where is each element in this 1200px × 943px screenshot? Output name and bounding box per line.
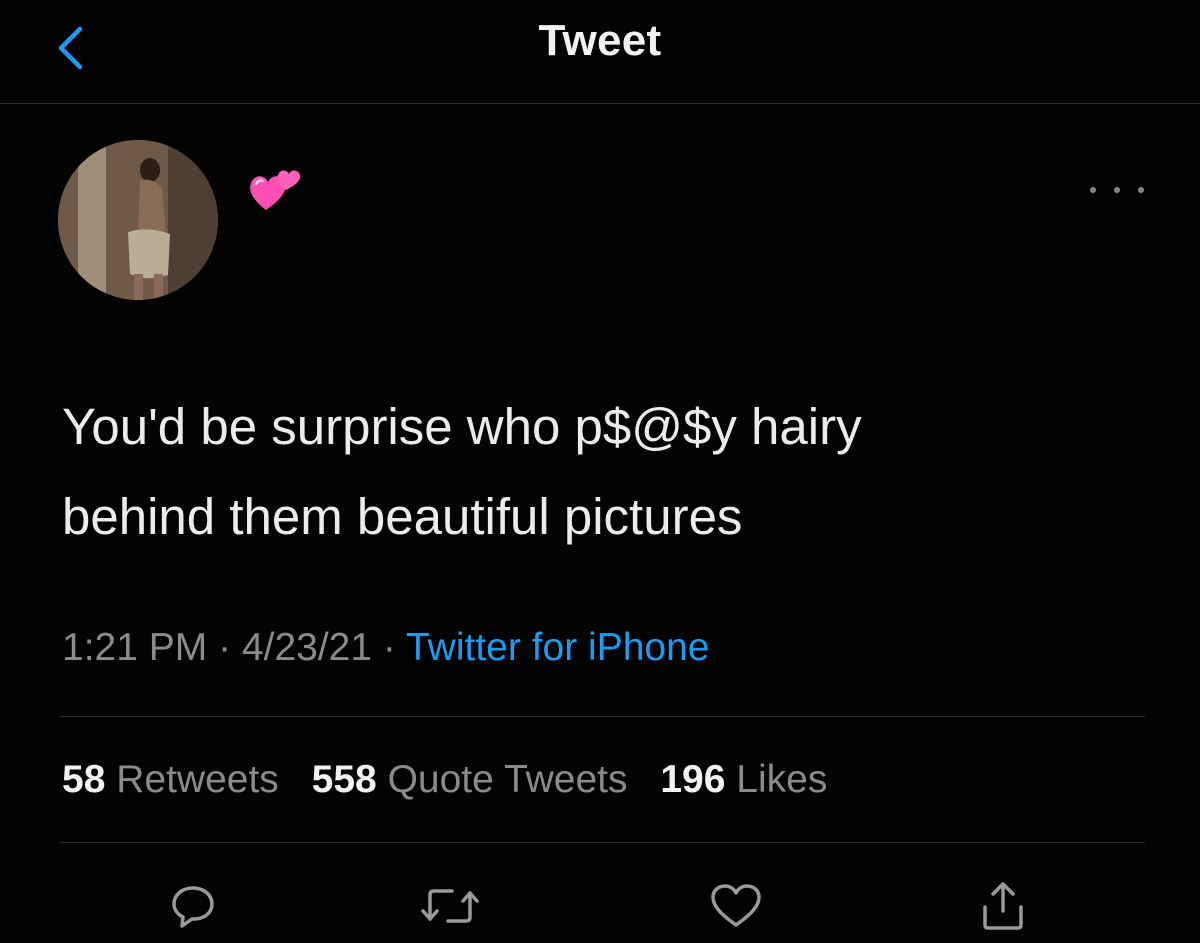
page-title: Tweet xyxy=(538,16,662,65)
retweet-button[interactable] xyxy=(420,876,480,936)
tweet-time[interactable]: 1:21 PM xyxy=(62,626,207,669)
avatar-image xyxy=(58,140,218,300)
tweet-date[interactable]: 4/23/21 xyxy=(242,626,372,669)
separator: · xyxy=(372,626,407,669)
tweet-text: You'd be surprise who p$@$y hairy behind… xyxy=(62,382,1142,562)
tweet-source-link[interactable]: Twitter for iPhone xyxy=(406,626,709,669)
like-icon xyxy=(711,884,761,927)
reply-button[interactable] xyxy=(163,876,223,936)
likes-stat[interactable]: 196 Likes xyxy=(660,758,827,801)
meta-divider xyxy=(60,716,1145,717)
tweet-text-line: behind them beautiful pictures xyxy=(62,488,743,545)
retweet-icon xyxy=(421,889,479,923)
header-divider xyxy=(0,103,1200,104)
header-bar: Tweet xyxy=(0,0,1200,103)
reply-icon xyxy=(172,886,214,928)
share-icon xyxy=(983,882,1023,930)
two-hearts-icon xyxy=(246,164,302,214)
ellipsis-icon xyxy=(1090,187,1096,193)
tweet-stats: 58 Retweets 558 Quote Tweets 196 Likes xyxy=(62,758,849,802)
avatar[interactable] xyxy=(58,140,218,300)
like-button[interactable] xyxy=(706,876,766,936)
stats-divider xyxy=(60,842,1145,843)
quote-tweets-stat[interactable]: 558 Quote Tweets xyxy=(312,758,628,801)
tweet-text-line: You'd be surprise who p$@$y hairy xyxy=(62,398,862,455)
tweet-detail-screen: Tweet You'd be surprise who p$@$y hairy … xyxy=(0,0,1200,943)
tweet-meta: 1:21 PM · 4/23/21 · Twitter for iPhone xyxy=(62,626,709,670)
retweets-stat[interactable]: 58 Retweets xyxy=(62,758,279,801)
more-options-button[interactable] xyxy=(1090,175,1144,205)
separator: · xyxy=(207,626,242,669)
share-button[interactable] xyxy=(973,876,1033,936)
